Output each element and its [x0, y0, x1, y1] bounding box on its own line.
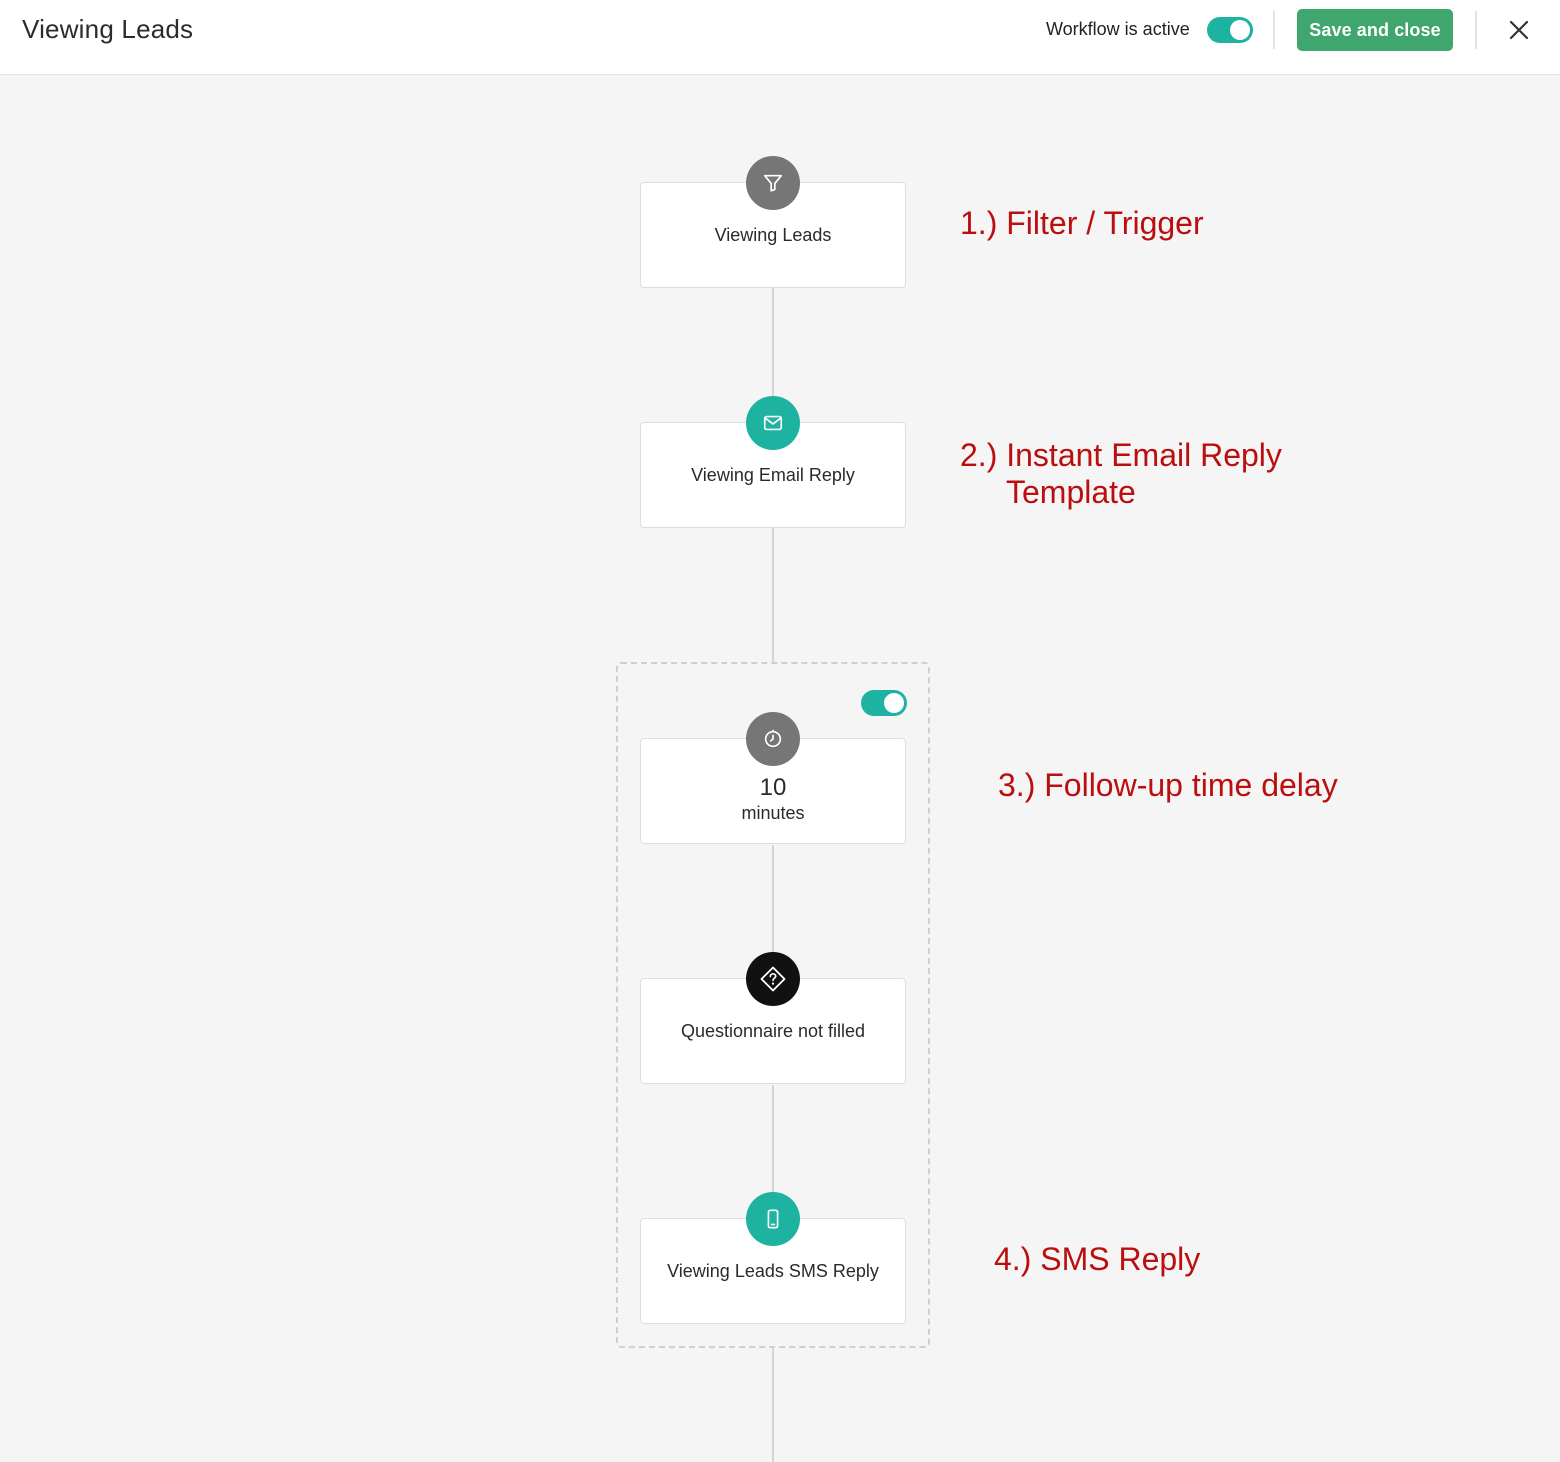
annotation-email-reply-line1: 2.) Instant Email Reply: [960, 437, 1282, 473]
connector-line: [772, 528, 774, 662]
annotation-email-reply: 2.) Instant Email Reply Template: [960, 437, 1282, 511]
workflow-active-toggle[interactable]: [1207, 17, 1253, 43]
follow-up-group-toggle[interactable]: [861, 690, 907, 716]
email-node-icon: [746, 396, 800, 450]
save-and-close-button[interactable]: Save and close: [1297, 9, 1453, 51]
workflow-active-label: Workflow is active: [1046, 19, 1190, 39]
trigger-node-icon: [746, 156, 800, 210]
annotation-sms-reply: 4.) SMS Reply: [994, 1241, 1201, 1277]
delay-value: 10: [759, 774, 787, 801]
delay-unit: minutes: [741, 803, 805, 823]
filter-icon: [763, 174, 783, 192]
question-diamond-icon: [760, 966, 786, 992]
annotation-email-reply-line2: Template: [1006, 474, 1136, 510]
envelope-icon: [763, 415, 783, 431]
annotation-filter-trigger: 1.) Filter / Trigger: [960, 205, 1204, 241]
sms-node-icon: [746, 1192, 800, 1246]
connector-line: [772, 1348, 774, 1462]
email-node-label: Viewing Email Reply: [691, 465, 855, 485]
divider: [1273, 11, 1275, 49]
delay-node-icon: [746, 712, 800, 766]
trigger-node-label: Viewing Leads: [714, 225, 832, 245]
sms-node-label: Viewing Leads SMS Reply: [667, 1261, 879, 1281]
timer-icon: [764, 729, 782, 748]
condition-node-label: Questionnaire not filled: [680, 1021, 866, 1041]
close-icon: [1509, 20, 1529, 40]
annotation-time-delay: 3.) Follow-up time delay: [998, 767, 1338, 803]
close-button[interactable]: [1505, 16, 1533, 44]
page-title: Viewing Leads: [22, 14, 194, 44]
phone-icon: [767, 1209, 779, 1229]
condition-node-icon: [746, 952, 800, 1006]
divider: [1475, 11, 1477, 49]
top-bar: Viewing Leads Workflow is active Save an…: [0, 0, 1560, 75]
